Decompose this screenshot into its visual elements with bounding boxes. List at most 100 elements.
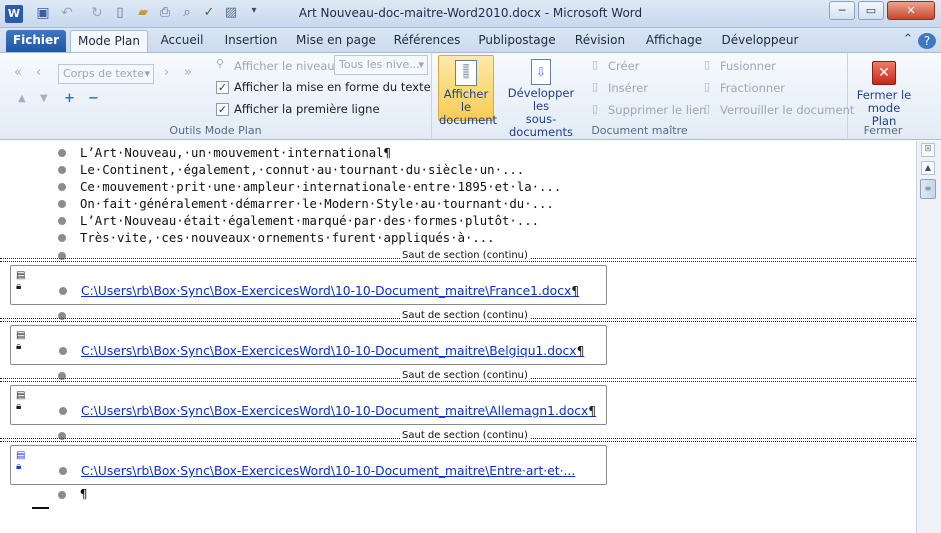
show-first-line-label: Afficher la première ligne <box>234 102 380 116</box>
vertical-scrollbar[interactable]: ⊞ ▲ ≡ <box>916 141 941 533</box>
subdocument-path[interactable]: C:\Users\rb\Box·Sync\Box-ExercicesWord\1… <box>81 404 588 418</box>
document-area[interactable]: L’Art·Nouveau,·un·mouvement·internationa… <box>0 141 916 533</box>
section-break-label: Saut de section (continu) <box>400 370 530 381</box>
tab-references[interactable]: Références <box>390 30 464 52</box>
tab-mode-plan[interactable]: Mode Plan <box>70 30 148 52</box>
group-master-document: ≡ ≡ ≡ Afficher le document ⇩ Développer le… <box>432 53 854 139</box>
outline-bullet[interactable] <box>58 234 66 242</box>
show-formatting-checkbox[interactable]: ✓ <box>216 81 229 94</box>
expand-label-line1: Développer les <box>507 86 575 113</box>
subdocument-link[interactable]: C:\Users\rb\Box·Sync\Box-ExercicesWord\1… <box>81 284 579 298</box>
outline-level-combo[interactable]: Corps de texte ▾ <box>58 64 154 84</box>
create-button[interactable]: Créer <box>608 59 639 73</box>
paragraph[interactable]: L’Art·Nouveau·était·également·marqué·par… <box>80 214 539 228</box>
help-icon[interactable]: ? <box>918 33 936 49</box>
paragraph[interactable]: L’Art·Nouveau,·un·mouvement·internationa… <box>80 146 391 160</box>
paragraph[interactable]: Le·Continent,·également,·connut·au·tourn… <box>80 163 524 177</box>
tab-affichage[interactable]: Affichage <box>642 30 706 52</box>
split-icon: ▯ <box>704 80 711 93</box>
empty-paragraph[interactable]: ¶ <box>80 487 87 501</box>
section-break-label: Saut de section (continu) <box>400 430 530 441</box>
subdocument-box[interactable]: ▤ 🔒︎ C:\Users\rb\Box·Sync\Box-ExercicesWo… <box>10 265 607 305</box>
collapse-icon[interactable]: − <box>88 91 99 106</box>
subdocument-path[interactable]: C:\Users\rb\Box·Sync\Box-ExercicesWord\1… <box>81 464 575 478</box>
outline-bullet[interactable] <box>58 217 66 225</box>
outline-bullet[interactable] <box>59 467 67 475</box>
outline-bullet[interactable] <box>59 347 67 355</box>
subdocument-path[interactable]: C:\Users\rb\Box·Sync\Box-ExercicesWord\1… <box>81 344 577 358</box>
outline-bullet[interactable] <box>58 149 66 157</box>
subdocument-lock-icon[interactable]: ▤ 🔒︎ <box>16 330 26 354</box>
show-document-icon: ≡ ≡ ≡ <box>455 60 477 86</box>
ribbon-tabs: Fichier Mode Plan Accueil Insertion Mise… <box>0 28 941 52</box>
show-level-label: Afficher le niveau : <box>234 59 343 73</box>
window-title: Art Nouveau-doc-maitre-Word2010.docx - M… <box>298 6 643 20</box>
merge-button[interactable]: Fusionner <box>720 59 776 73</box>
subdocument-link[interactable]: C:\Users\rb\Box·Sync\Box-ExercicesWord\1… <box>81 464 575 478</box>
outline-bullet[interactable] <box>58 200 66 208</box>
group-outline-tools: « ‹ Corps de texte ▾ › » ▲ ▼ + − ⚲ Affich… <box>0 53 432 139</box>
insert-button[interactable]: Insérer <box>608 81 648 95</box>
paragraph-mark: ¶ <box>576 344 585 358</box>
demote-to-body-icon[interactable]: » <box>184 65 192 80</box>
tab-publipostage[interactable]: Publipostage <box>476 30 558 52</box>
show-level-combo[interactable]: Tous les nive... ▾ <box>334 55 428 75</box>
outline-bullet[interactable] <box>58 491 66 499</box>
unlink-button[interactable]: Supprimer le lien <box>608 103 706 117</box>
show-level-value: Tous les nive... <box>339 58 420 71</box>
tab-mise-en-page[interactable]: Mise en page <box>296 30 376 52</box>
scroll-thumb[interactable]: ≡ <box>920 179 936 199</box>
minimize-button[interactable]: ─ <box>829 1 855 20</box>
subdocument-box[interactable]: ▤ 🔒︎ C:\Users\rb\Box·Sync\Box-ExercicesWo… <box>10 385 607 425</box>
paragraph[interactable]: On·fait·généralement·démarrer·le·Modern·… <box>80 197 554 211</box>
tab-developpeur[interactable]: Développeur <box>720 30 800 52</box>
move-up-icon[interactable]: ▲ <box>18 93 26 104</box>
tab-accueil[interactable]: Accueil <box>156 30 208 52</box>
subdocument-box[interactable]: ▤ 🔒︎ C:\Users\rb\Box·Sync\Box-ExercicesWo… <box>10 325 607 365</box>
promote-icon[interactable]: ‹ <box>36 65 41 80</box>
close-outline-view-button[interactable]: ✕ Fermer le mode Plan <box>854 55 914 128</box>
ribbon: « ‹ Corps de texte ▾ › » ▲ ▼ + − ⚲ Affich… <box>0 52 941 140</box>
move-down-icon[interactable]: ▼ <box>40 93 48 104</box>
show-document-button[interactable]: ≡ ≡ ≡ Afficher le document <box>438 55 497 127</box>
title-bar: W ▣ ↶ ↻ ▯ ▰ ⎙ ⌕ ✓ ▨ ▾ Art Nouveau-doc-ma… <box>0 0 941 28</box>
close-outline-icon: ✕ <box>872 61 896 85</box>
subdocument-lock-icon[interactable]: ▤ 🔒︎ <box>16 390 26 414</box>
subdocument-box[interactable]: ▤ 🔒︎ C:\Users\rb\Box·Sync\Box-ExercicesWo… <box>10 445 607 485</box>
outline-level-value: Corps de texte <box>63 67 144 80</box>
ruler-toggle-icon[interactable]: ⊞ <box>921 143 935 157</box>
tab-insertion[interactable]: Insertion <box>220 30 282 52</box>
close-button[interactable]: ✕ <box>887 1 935 20</box>
lock-document-button[interactable]: Verrouiller le document <box>720 103 854 117</box>
outline-bullet[interactable] <box>58 183 66 191</box>
create-icon: ▯ <box>592 58 599 71</box>
end-of-document-marker <box>32 507 49 509</box>
tab-revision[interactable]: Révision <box>572 30 628 52</box>
outline-bullet[interactable] <box>59 287 67 295</box>
scroll-up-icon[interactable]: ▲ <box>921 161 935 175</box>
collapse-ribbon-icon[interactable]: ⌃ <box>900 30 916 52</box>
subdocument-link[interactable]: C:\Users\rb\Box·Sync\Box-ExercicesWord\1… <box>81 404 596 418</box>
demote-icon[interactable]: › <box>164 65 169 80</box>
expand-subdocuments-button[interactable]: ⇩ Développer les sous-documents <box>498 55 584 139</box>
paragraph-mark: ¶ <box>588 404 597 418</box>
subdocument-lock-icon[interactable]: ▤ 🔒︎ <box>16 270 26 294</box>
paragraph[interactable]: Très·vite,·ces·nouveaux·ornements·furent… <box>80 231 495 245</box>
merge-icon: ▯ <box>704 58 711 71</box>
section-break-label: Saut de section (continu) <box>400 310 530 321</box>
outline-bullet[interactable] <box>59 407 67 415</box>
subdocument-path[interactable]: C:\Users\rb\Box·Sync\Box-ExercicesWord\1… <box>81 284 571 298</box>
subdocument-lock-icon[interactable]: ▤ 🔒︎ <box>16 450 26 474</box>
show-level-icon: ⚲ <box>216 57 225 70</box>
show-first-line-checkbox[interactable]: ✓ <box>216 103 229 116</box>
unlink-icon: ▯ <box>592 102 599 115</box>
split-button[interactable]: Fractionner <box>720 81 785 95</box>
outline-bullet[interactable] <box>58 166 66 174</box>
paragraph-mark: ¶ <box>571 284 580 298</box>
subdocument-link[interactable]: C:\Users\rb\Box·Sync\Box-ExercicesWord\1… <box>81 344 584 358</box>
maximize-button[interactable]: ▭ <box>858 1 884 20</box>
promote-to-heading1-icon[interactable]: « <box>14 65 22 80</box>
expand-icon[interactable]: + <box>64 91 75 106</box>
tab-fichier[interactable]: Fichier <box>6 30 66 52</box>
paragraph[interactable]: Ce·mouvement·prit·une·ampleur·internatio… <box>80 180 561 194</box>
